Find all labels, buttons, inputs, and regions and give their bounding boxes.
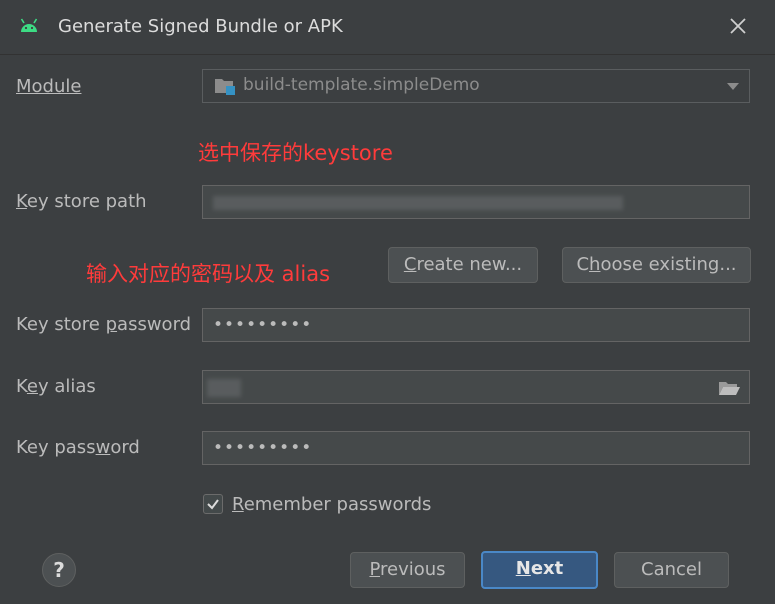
android-icon: [20, 18, 38, 32]
remember-passwords-label[interactable]: Remember passwords: [232, 494, 431, 515]
title-bar: Generate Signed Bundle or APK: [0, 0, 775, 55]
module-value: build-template.simpleDemo: [243, 75, 480, 95]
key-alias-input[interactable]: [202, 370, 750, 404]
keystore-path-label: Key store path: [16, 191, 147, 212]
choose-existing-button[interactable]: Choose existing...: [562, 247, 751, 283]
module-label: Module: [16, 76, 82, 97]
help-button[interactable]: ?: [42, 553, 76, 587]
remember-passwords-checkbox[interactable]: [203, 494, 223, 514]
previous-button[interactable]: Previous: [350, 552, 465, 588]
redacted-path: [213, 196, 623, 210]
cancel-button[interactable]: Cancel: [614, 552, 729, 588]
create-new-button[interactable]: Create new...: [388, 247, 538, 283]
folder-open-icon[interactable]: [717, 378, 741, 398]
key-password-label: Key password: [16, 437, 140, 458]
module-select[interactable]: build-template.simpleDemo: [202, 69, 750, 103]
annotation-select-keystore: 选中保存的keystore: [198, 141, 393, 165]
keystore-password-value: •••••••••: [213, 315, 313, 335]
annotation-enter-password: 输入对应的密码以及 alias: [86, 262, 331, 286]
key-password-value: •••••••••: [213, 438, 313, 458]
keystore-password-input[interactable]: •••••••••: [202, 308, 750, 342]
keystore-password-label: Key store password: [16, 314, 192, 335]
module-folder-icon: [215, 79, 235, 95]
key-alias-label: Key alias: [16, 376, 96, 397]
redacted-alias: [207, 379, 241, 397]
key-password-input[interactable]: •••••••••: [202, 431, 750, 465]
checkmark-icon: [207, 499, 219, 510]
window-title: Generate Signed Bundle or APK: [58, 16, 343, 37]
chevron-down-icon[interactable]: [727, 83, 739, 90]
next-button[interactable]: Next: [481, 551, 598, 589]
keystore-path-input[interactable]: [202, 185, 750, 219]
close-icon[interactable]: [726, 14, 750, 38]
